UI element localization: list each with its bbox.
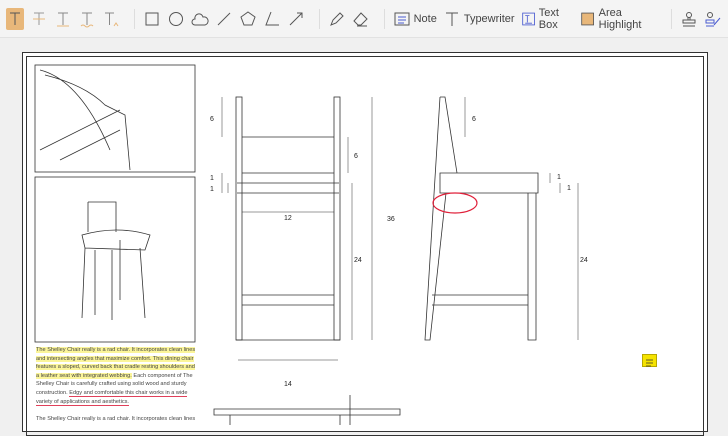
dim-front-seat2: 1 [210,186,214,193]
note-comment-icon [646,359,653,367]
dim-side-seat2: 1 [567,185,571,192]
perspective-sketch [81,201,151,320]
dim-front-leg: 24 [354,257,362,264]
dim-side-top: 6 [472,116,476,123]
sticky-note-annotation[interactable] [642,354,657,367]
red-ellipse-annotation [432,192,478,214]
dim-base-width: 14 [284,381,292,388]
dim-front-seat1: 1 [210,175,214,182]
detail-image-frame [34,64,196,173]
description-text: The Shelley Chair really is a rad chair.… [36,346,198,424]
dim-front-back: 6 [354,153,358,160]
side-view [424,96,579,341]
second-paragraph: The Shelley Chair really is a rad chair.… [36,416,196,423]
top-view [213,395,401,425]
dim-overall-height: 36 [387,216,395,223]
detail-sketch [39,69,131,171]
front-view [221,96,373,361]
dim-front-width: 12 [284,215,292,222]
dim-side-leg: 24 [580,257,588,264]
dim-side-seat1: 1 [557,174,561,181]
dim-front-top: 6 [210,116,214,123]
